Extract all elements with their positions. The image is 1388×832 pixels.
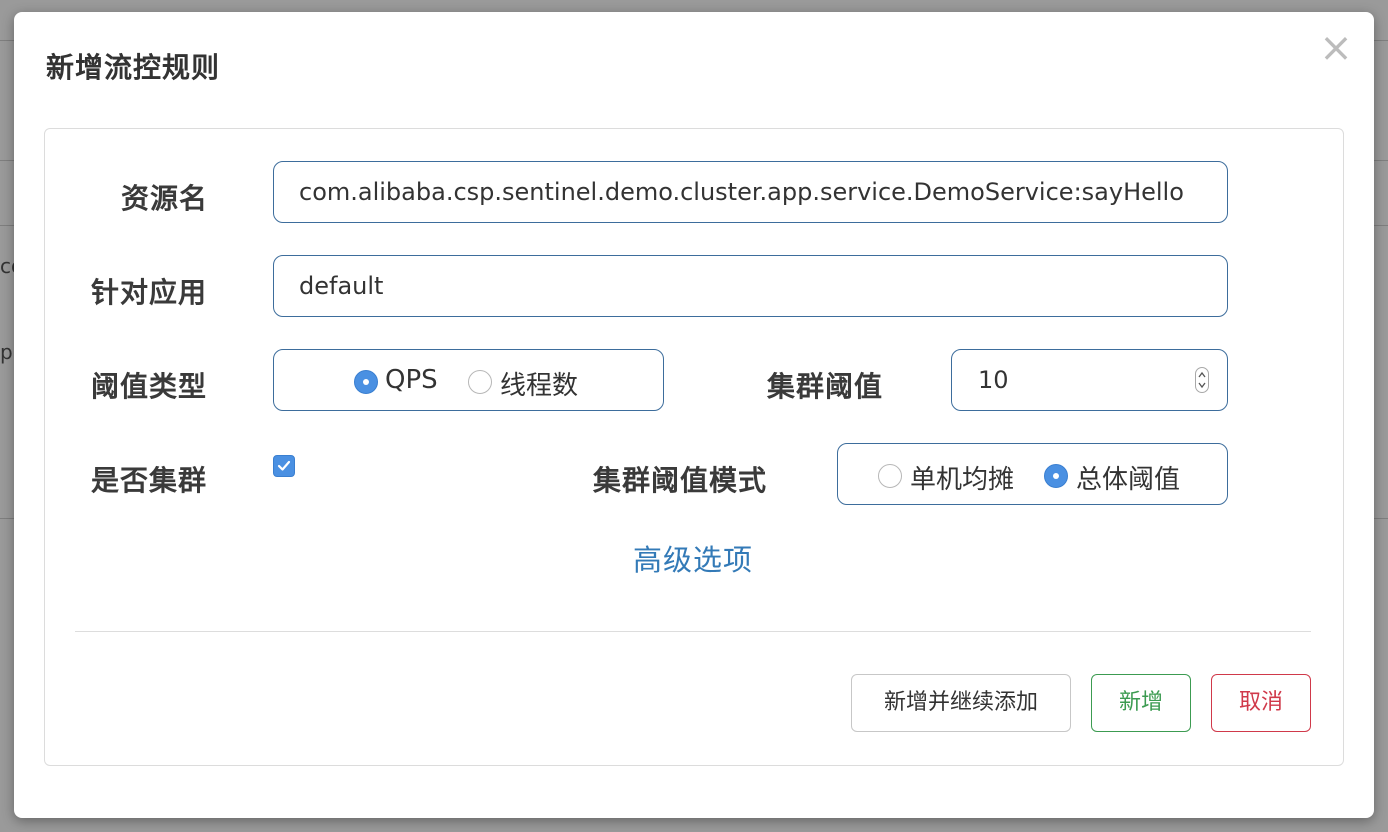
cluster-threshold-input[interactable]: 10 <box>951 349 1228 411</box>
is-cluster-checkbox[interactable] <box>273 455 295 477</box>
panel-divider <box>75 631 1311 632</box>
is-cluster-label: 是否集群 <box>91 464 208 497</box>
radio-thread-count-label[interactable]: 线程数 <box>500 365 578 402</box>
add-and-continue-button[interactable]: 新增并继续添加 <box>851 674 1071 732</box>
radio-thread-count[interactable] <box>468 370 492 394</box>
add-flow-rule-modal: 新增流控规则 × 资源名 com.alibaba.csp.sentinel.de… <box>14 12 1374 818</box>
resource-name-label: 资源名 <box>121 182 209 215</box>
threshold-type-group: QPS 线程数 <box>273 349 664 411</box>
cluster-threshold-label: 集群阈值 <box>767 370 884 403</box>
radio-qps[interactable] <box>354 370 378 394</box>
form-panel: 资源名 com.alibaba.csp.sentinel.demo.cluste… <box>44 128 1344 766</box>
modal-title: 新增流控规则 <box>46 51 221 84</box>
cluster-mode-label: 集群阈值模式 <box>593 464 768 497</box>
checkmark-icon <box>277 460 291 471</box>
target-app-label: 针对应用 <box>91 276 208 309</box>
target-app-value: default <box>299 272 384 300</box>
target-app-input[interactable]: default <box>273 255 1228 317</box>
close-icon: × <box>1319 25 1353 71</box>
resource-name-input[interactable]: com.alibaba.csp.sentinel.demo.cluster.ap… <box>273 161 1228 223</box>
resource-name-value: com.alibaba.csp.sentinel.demo.cluster.ap… <box>299 178 1184 206</box>
advanced-options-link[interactable]: 高级选项 <box>633 537 753 579</box>
radio-qps-label[interactable]: QPS <box>385 365 438 395</box>
radio-global-threshold-label[interactable]: 总体阈值 <box>1076 459 1180 496</box>
radio-per-machine-label[interactable]: 单机均摊 <box>910 459 1014 496</box>
radio-global-threshold[interactable] <box>1044 464 1068 488</box>
radio-per-machine[interactable] <box>878 464 902 488</box>
cluster-threshold-value: 10 <box>978 366 1009 394</box>
close-button[interactable]: × <box>1318 28 1354 68</box>
cluster-mode-group: 单机均摊 总体阈值 <box>837 443 1228 505</box>
spinner-arrows-icon[interactable] <box>1195 367 1209 393</box>
cancel-button[interactable]: 取消 <box>1211 674 1311 732</box>
threshold-type-label: 阈值类型 <box>91 370 208 403</box>
add-button[interactable]: 新增 <box>1091 674 1191 732</box>
